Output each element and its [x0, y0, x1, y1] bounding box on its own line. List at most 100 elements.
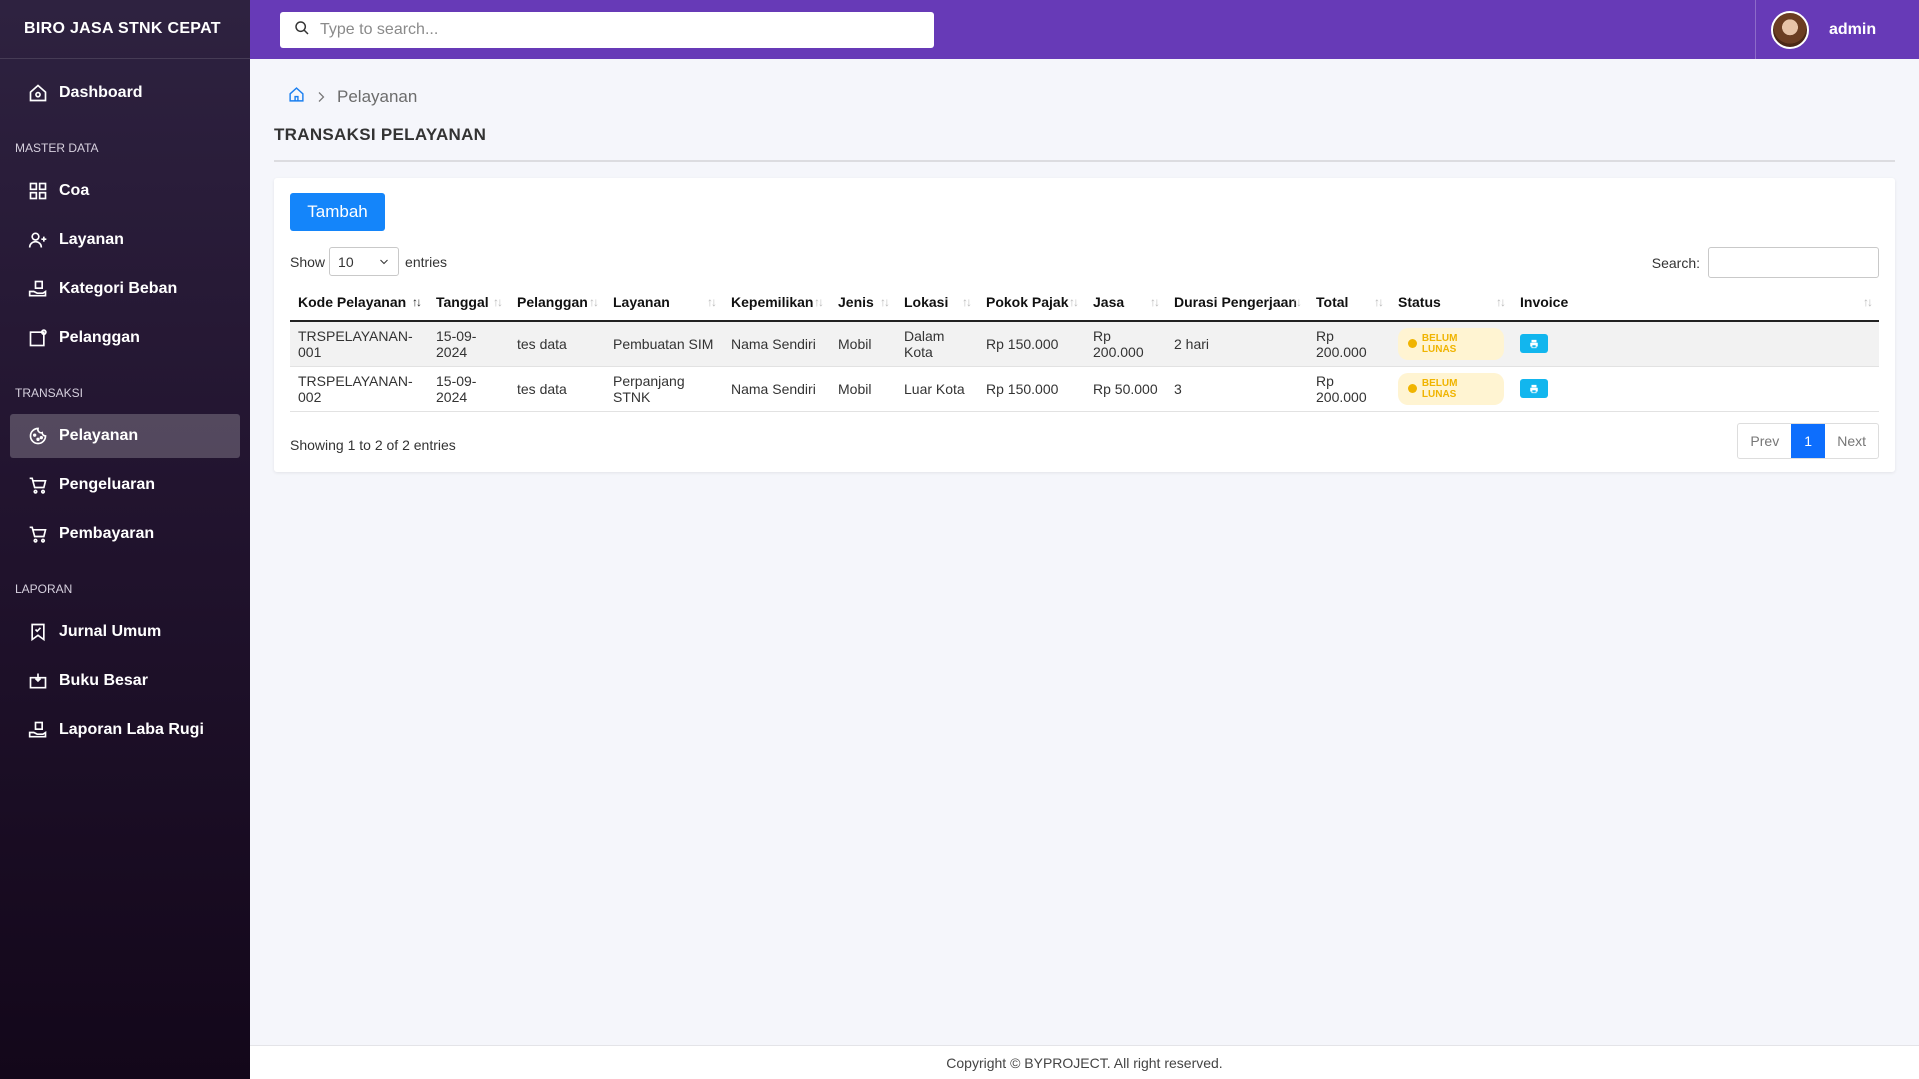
- cell-pelanggan: tes data: [509, 366, 605, 412]
- chevron-down-icon: [380, 259, 388, 264]
- breadcrumb: Pelayanan: [288, 86, 417, 108]
- table-search-input[interactable]: [1708, 247, 1879, 278]
- sort-icon: ↑↓: [814, 295, 824, 309]
- prev-button[interactable]: Prev: [1738, 424, 1791, 458]
- sort-icon: ↑↓: [589, 295, 599, 309]
- sort-icon: ↑↓: [1292, 295, 1302, 309]
- column-header[interactable]: Kepemilikan ↑↓: [723, 284, 830, 322]
- sort-icon: ↑↓: [1496, 295, 1506, 309]
- cell-jenis: Mobil: [830, 366, 896, 412]
- column-header[interactable]: Tanggal ↑↓: [428, 284, 509, 322]
- column-header[interactable]: Jenis ↑↓: [830, 284, 896, 322]
- status-dot-icon: [1408, 339, 1417, 349]
- cell-status: BELUM LUNAS: [1390, 321, 1512, 367]
- status-badge: BELUM LUNAS: [1398, 327, 1504, 360]
- column-header[interactable]: Layanan ↑↓: [605, 284, 723, 322]
- copyright-text: Copyright © BYPROJECT. All right reserve…: [946, 1054, 1223, 1071]
- user-name[interactable]: admin: [1829, 21, 1876, 39]
- entries-select[interactable]: 10: [329, 247, 400, 276]
- column-header[interactable]: Lokasi ↑↓: [896, 284, 978, 322]
- table-header-row: Kode Pelayanan ↑↓ Tanggal ↑↓ Pelanggan ↑↓ L…: [290, 284, 1879, 322]
- sidebar-item-jurnal-umum[interactable]: Jurnal Umum: [10, 610, 240, 654]
- printer-icon: [1530, 384, 1538, 393]
- sidebar-item-label: Buku Besar: [59, 672, 148, 689]
- sidebar: BIRO JASA STNK CEPAT Dashboard MASTER DA…: [0, 0, 250, 1079]
- tray-icon: [27, 670, 49, 692]
- sidebar-item-coa[interactable]: Coa: [10, 169, 240, 213]
- section-title-laporan: LAPORAN: [15, 582, 73, 596]
- search-label: Search:: [1651, 254, 1700, 271]
- column-header[interactable]: Pokok Pajak ↑↓: [978, 284, 1085, 322]
- divider: [274, 160, 1895, 162]
- printer-icon: [1530, 339, 1538, 348]
- cell-status: BELUM LUNAS: [1390, 366, 1512, 412]
- cell-durasi: 2 hari: [1166, 321, 1308, 367]
- hand-box-icon: [27, 719, 49, 741]
- cell-pokok-pajak: Rp 150.000: [978, 366, 1085, 412]
- home-icon[interactable]: [288, 86, 305, 108]
- sidebar-item-pengeluaran[interactable]: Pengeluaran: [10, 463, 240, 507]
- cell-invoice: [1512, 366, 1879, 412]
- search-input[interactable]: [320, 21, 910, 39]
- sort-icon: ↑↓: [1150, 295, 1160, 309]
- column-header[interactable]: Jasa ↑↓: [1085, 284, 1166, 322]
- add-button[interactable]: Tambah: [290, 193, 385, 231]
- app-title: BIRO JASA STNK CEPAT: [0, 0, 250, 59]
- column-header[interactable]: Status ↑↓: [1390, 284, 1512, 322]
- avatar[interactable]: [1771, 10, 1809, 49]
- sidebar-item-label: Jurnal Umum: [59, 623, 162, 640]
- status-text: BELUM LUNAS: [1421, 332, 1458, 355]
- sort-icon: ↑↓: [1863, 295, 1873, 309]
- next-button[interactable]: Next: [1825, 424, 1878, 458]
- user-menu[interactable]: admin: [1755, 0, 1919, 59]
- column-header[interactable]: Total ↑↓: [1308, 284, 1390, 322]
- topbar: admin: [250, 0, 1919, 59]
- page-button[interactable]: 1: [1791, 424, 1826, 458]
- sidebar-item-pelanggan[interactable]: Pelanggan: [10, 316, 240, 360]
- sidebar-item-laporan-laba-rugi[interactable]: Laporan Laba Rugi: [10, 708, 240, 752]
- cell-durasi: 3: [1166, 366, 1308, 412]
- sidebar-item-dashboard[interactable]: Dashboard: [10, 71, 240, 115]
- sort-icon: ↑↓: [1069, 295, 1079, 309]
- column-header[interactable]: Durasi Pengerjaan ↑↓: [1166, 284, 1308, 322]
- sort-icon: ↑↓: [962, 295, 972, 309]
- cookie-icon: [27, 425, 49, 447]
- column-header[interactable]: Pelanggan ↑↓: [509, 284, 605, 322]
- table-row: TRSPELAYANAN-001 15-09-2024 tes data Pem…: [290, 321, 1879, 367]
- sidebar-item-pelayanan[interactable]: Pelayanan: [10, 414, 240, 458]
- sidebar-item-label: Dashboard: [59, 84, 143, 101]
- cell-lokasi: Dalam Kota: [896, 321, 978, 367]
- cell-invoice: [1512, 321, 1879, 367]
- table-info: Showing 1 to 2 of 2 entries: [290, 437, 456, 453]
- sidebar-item-buku-besar[interactable]: Buku Besar: [10, 659, 240, 703]
- entries-label: entries: [405, 253, 448, 270]
- column-header[interactable]: Kode Pelayanan ↑↓: [290, 284, 428, 322]
- section-title-master: MASTER DATA: [15, 141, 99, 155]
- global-search: [280, 12, 934, 48]
- sidebar-menu: Dashboard MASTER DATA Coa Layanan Katego…: [0, 59, 250, 752]
- invoice-print-button[interactable]: [1520, 379, 1548, 398]
- sidebar-item-layanan[interactable]: Layanan: [10, 218, 240, 262]
- footer: Copyright © BYPROJECT. All right reserve…: [250, 1045, 1919, 1079]
- cart-icon: [27, 474, 49, 496]
- table-row: TRSPELAYANAN-002 15-09-2024 tes data Per…: [290, 366, 1879, 412]
- column-header[interactable]: Invoice ↑↓: [1512, 284, 1879, 322]
- cell-kode: TRSPELAYANAN-001: [290, 321, 428, 367]
- sidebar-item-label: Pembayaran: [59, 525, 155, 542]
- main-content: Pelayanan TRANSAKSI PELAYANAN Tambah Sho…: [250, 59, 1919, 1045]
- cell-tanggal: 15-09-2024: [428, 366, 509, 412]
- invoice-print-button[interactable]: [1520, 334, 1548, 354]
- cell-kepemilikan: Nama Sendiri: [723, 321, 830, 367]
- sidebar-item-pembayaran[interactable]: Pembayaran: [10, 512, 240, 556]
- home-icon: [27, 82, 49, 104]
- user-badge-icon: [27, 327, 49, 349]
- sidebar-item-label: Coa: [59, 182, 90, 199]
- sort-icon: ↑↓: [493, 295, 503, 309]
- sort-icon: ↑↓: [1374, 295, 1384, 309]
- cart-icon: [27, 523, 49, 545]
- status-dot-icon: [1408, 384, 1417, 393]
- status-badge: BELUM LUNAS: [1398, 372, 1504, 405]
- cell-layanan: Perpanjang STNK: [605, 366, 723, 412]
- sidebar-item-kategori-beban[interactable]: Kategori Beban: [10, 267, 240, 311]
- sidebar-item-label: Laporan Laba Rugi: [59, 721, 204, 738]
